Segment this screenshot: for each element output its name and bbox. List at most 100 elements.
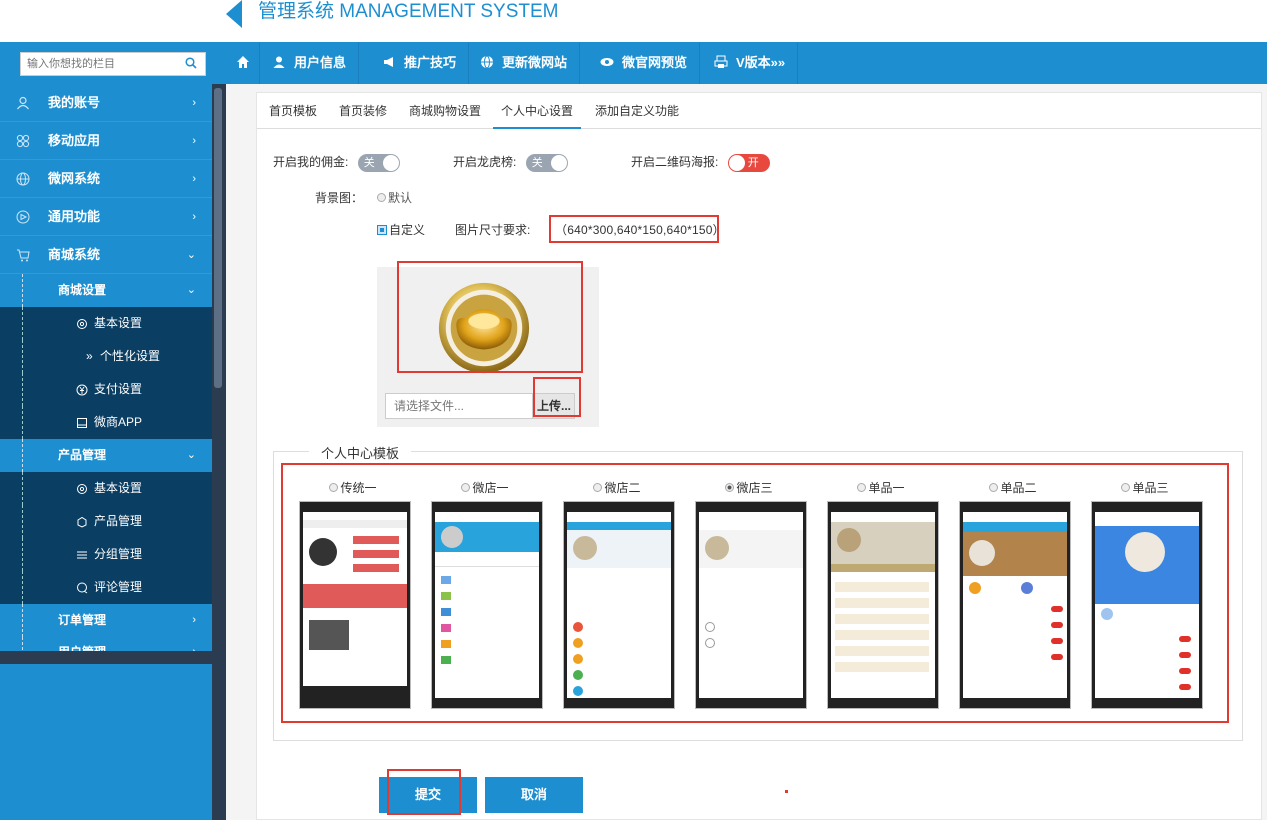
template-preview-single-3[interactable] [1091,501,1203,709]
tab-personal-center[interactable]: 个人中心设置 [493,93,581,129]
sidebar-scrollbar[interactable] [214,88,222,388]
sidebar-leaf-basic-settings[interactable]: 基本设置 [0,307,212,340]
ranking-toggle[interactable]: 关 [525,153,568,172]
preview-screen [567,512,671,698]
home-button[interactable] [226,42,260,84]
nav-label: 推广技巧 [404,55,457,70]
sidebar-leaf-product-basic[interactable]: 基本设置 [0,472,212,505]
sidebar-group-mall-settings[interactable]: 商城设置 ⌄ [0,274,212,307]
sidebar-item-account[interactable]: 我的账号 › [0,84,212,122]
sidebar-leaf-comments[interactable]: 评论管理 [0,571,212,604]
radio-button[interactable] [857,483,867,492]
nav-promotion[interactable]: 推广技巧 [370,42,470,84]
qrcode-toggle[interactable]: 开 [727,153,770,172]
tree-line [22,406,23,439]
template-preview-shop-1[interactable] [431,501,543,709]
option-label: 微店二 [604,481,641,495]
group-label: 订单管理 [58,613,107,627]
nav-update-site[interactable]: 更新微网站 [468,42,581,84]
preview-screen [699,512,803,698]
bg-default-option[interactable]: 默认 [377,189,412,206]
group-label: 产品管理 [58,448,107,462]
chevron-down-icon: ⌄ [186,249,196,261]
tab-bar: 首页模板 首页装修 商城购物设置 个人中心设置 添加自定义功能 [257,93,1261,129]
app-icon [77,418,87,428]
file-input[interactable]: 请选择文件... [385,393,533,419]
globe-icon [481,55,493,69]
comment-icon [77,582,88,594]
leaf-label: 基本设置 [94,481,143,495]
template-option-single-2[interactable]: 单品二 [957,479,1069,496]
sidebar-group-product[interactable]: 产品管理 ⌄ [0,439,212,472]
leaf-label: 个性化设置 [100,349,161,363]
radio-button[interactable] [593,483,603,492]
print-icon [714,55,728,68]
leaf-label: 评论管理 [94,580,143,594]
template-option-single-1[interactable]: 单品一 [825,479,937,496]
search-box [20,52,206,76]
radio-button[interactable] [329,483,339,492]
toggle-knob [382,154,399,171]
template-option-shop-2[interactable]: 微店二 [561,479,673,496]
header-arrow [226,0,242,28]
radio-button[interactable] [377,225,387,235]
main-content: 首页模板 首页装修 商城购物设置 个人中心设置 添加自定义功能 开启我的佣金: … [226,84,1267,820]
template-option-traditional-1[interactable]: 传统一 [297,479,409,496]
ranking-label: 开启龙虎榜: [453,155,517,169]
chevron-right-icon: › [192,135,196,147]
leaf-label: 基本设置 [94,316,143,330]
sidebar-group-users[interactable]: 用户管理 › [0,637,212,651]
nav-user-info[interactable]: 用户信息 [260,42,360,84]
payment-icon [76,384,88,396]
template-preview-traditional-1[interactable] [299,501,411,709]
radio-button[interactable] [725,483,735,492]
sidebar-item-mall[interactable]: 商城系统 ⌄ [0,236,212,274]
nav-version[interactable]: V版本»» [702,42,799,84]
sidebar-item-general[interactable]: 通用功能 › [0,198,212,236]
sidebar-leaf-group-manage[interactable]: 分组管理 [0,538,212,571]
apps-icon [16,134,30,148]
sidebar-leaf-personalization[interactable]: » 个性化设置 [0,340,212,373]
sidebar-leaf-weishang-app[interactable]: 微商APP [0,406,212,439]
radio-button[interactable] [989,483,999,492]
template-preview-single-1[interactable] [827,501,939,709]
preview-screen [435,512,539,698]
sidebar-item-label: 我的账号 [48,95,101,110]
template-option-shop-3[interactable]: 微店三 [693,479,805,496]
template-option-single-3[interactable]: 单品三 [1089,479,1201,496]
tab-home-decoration[interactable]: 首页装修 [339,93,387,129]
toggle-knob [550,154,567,171]
commission-toggle[interactable]: 关 [357,153,400,172]
radio-button[interactable] [377,193,386,202]
sidebar-group-orders[interactable]: 订单管理 › [0,604,212,637]
template-preview-single-2[interactable] [959,501,1071,709]
nav-preview[interactable]: 微官网预览 [588,42,701,84]
template-preview-shop-2[interactable] [563,501,675,709]
cancel-button[interactable]: 取消 [485,777,583,813]
bg-custom-option[interactable]: 自定义 [377,221,425,238]
search-input[interactable] [21,53,171,75]
sidebar-leaf-payment[interactable]: 支付设置 [0,373,212,406]
sidebar-search [0,42,226,84]
commission-setting: 开启我的佣金: 关 [273,153,400,172]
sidebar-leaf-product-manage[interactable]: 产品管理 [0,505,212,538]
search-icon[interactable] [185,57,197,69]
tree-line [22,505,23,538]
tab-home-template[interactable]: 首页模板 [269,93,317,129]
radio-button[interactable] [1121,483,1131,492]
template-preview-shop-3[interactable] [695,501,807,709]
radio-button[interactable] [461,483,471,492]
tree-line [22,373,23,406]
chevron-right-icon: › [192,211,196,223]
sidebar-item-mobile-apps[interactable]: 移动应用 › [0,122,212,160]
sidebar-item-microsite[interactable]: 微网系统 › [0,160,212,198]
tab-custom-function[interactable]: 添加自定义功能 [595,93,679,129]
template-option-shop-1[interactable]: 微店一 [429,479,541,496]
chevron-right-icon: › [192,173,196,185]
template-legend: 个人中心模板 [309,443,412,462]
nav-label: 更新微网站 [502,55,568,70]
header: 管理系统 MANAGEMENT SYSTEM [0,0,1267,42]
toggle-knob [728,154,745,171]
tab-mall-shopping[interactable]: 商城购物设置 [409,93,481,129]
option-label: 微店三 [736,481,773,495]
